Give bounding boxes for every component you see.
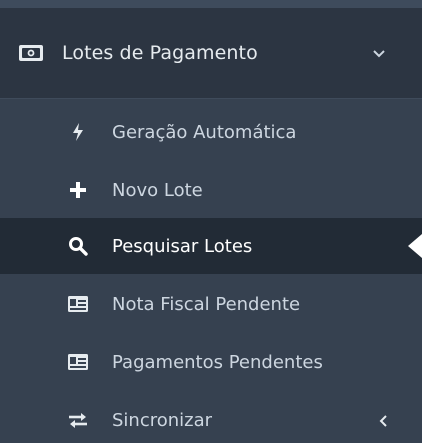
active-indicator-notch: [408, 234, 422, 258]
sidebar-item-pagamentos-pendentes[interactable]: Pagamentos Pendentes: [0, 334, 422, 390]
money-bill-icon: [14, 41, 48, 65]
plus-icon: [64, 179, 92, 201]
sidebar-item-nota-fiscal-pendente[interactable]: Nota Fiscal Pendente: [0, 276, 422, 332]
sidebar-item-label: Novo Lote: [112, 179, 203, 201]
id-card-icon: [64, 351, 92, 373]
sidebar-item-label: Pesquisar Lotes: [112, 235, 253, 257]
exchange-icon: [64, 409, 92, 431]
search-icon: [64, 235, 92, 257]
sidebar-item-label: Sincronizar: [112, 409, 213, 431]
sidebar-item-sincronizar[interactable]: Sincronizar: [0, 392, 422, 443]
chevron-left-icon: [378, 413, 390, 427]
sidebar-item-geracao-automatica[interactable]: Geração Automática: [0, 104, 422, 160]
sidebar-item-label: Geração Automática: [112, 121, 297, 143]
chevron-down-icon: [372, 46, 386, 60]
divider: [0, 98, 422, 99]
sidebar-section-lotes-de-pagamento[interactable]: Lotes de Pagamento: [0, 8, 422, 98]
sidebar-top-strip: [0, 0, 422, 8]
sidebar-item-label: Pagamentos Pendentes: [112, 351, 323, 373]
id-card-icon: [64, 293, 92, 315]
sidebar-item-pesquisar-lotes[interactable]: Pesquisar Lotes: [0, 218, 422, 274]
sidebar: Lotes de Pagamento Geração Automática No…: [0, 0, 422, 443]
bolt-icon: [64, 121, 92, 143]
sidebar-item-novo-lote[interactable]: Novo Lote: [0, 162, 422, 218]
sidebar-item-label: Nota Fiscal Pendente: [112, 293, 301, 315]
sidebar-section-label: Lotes de Pagamento: [62, 42, 258, 64]
